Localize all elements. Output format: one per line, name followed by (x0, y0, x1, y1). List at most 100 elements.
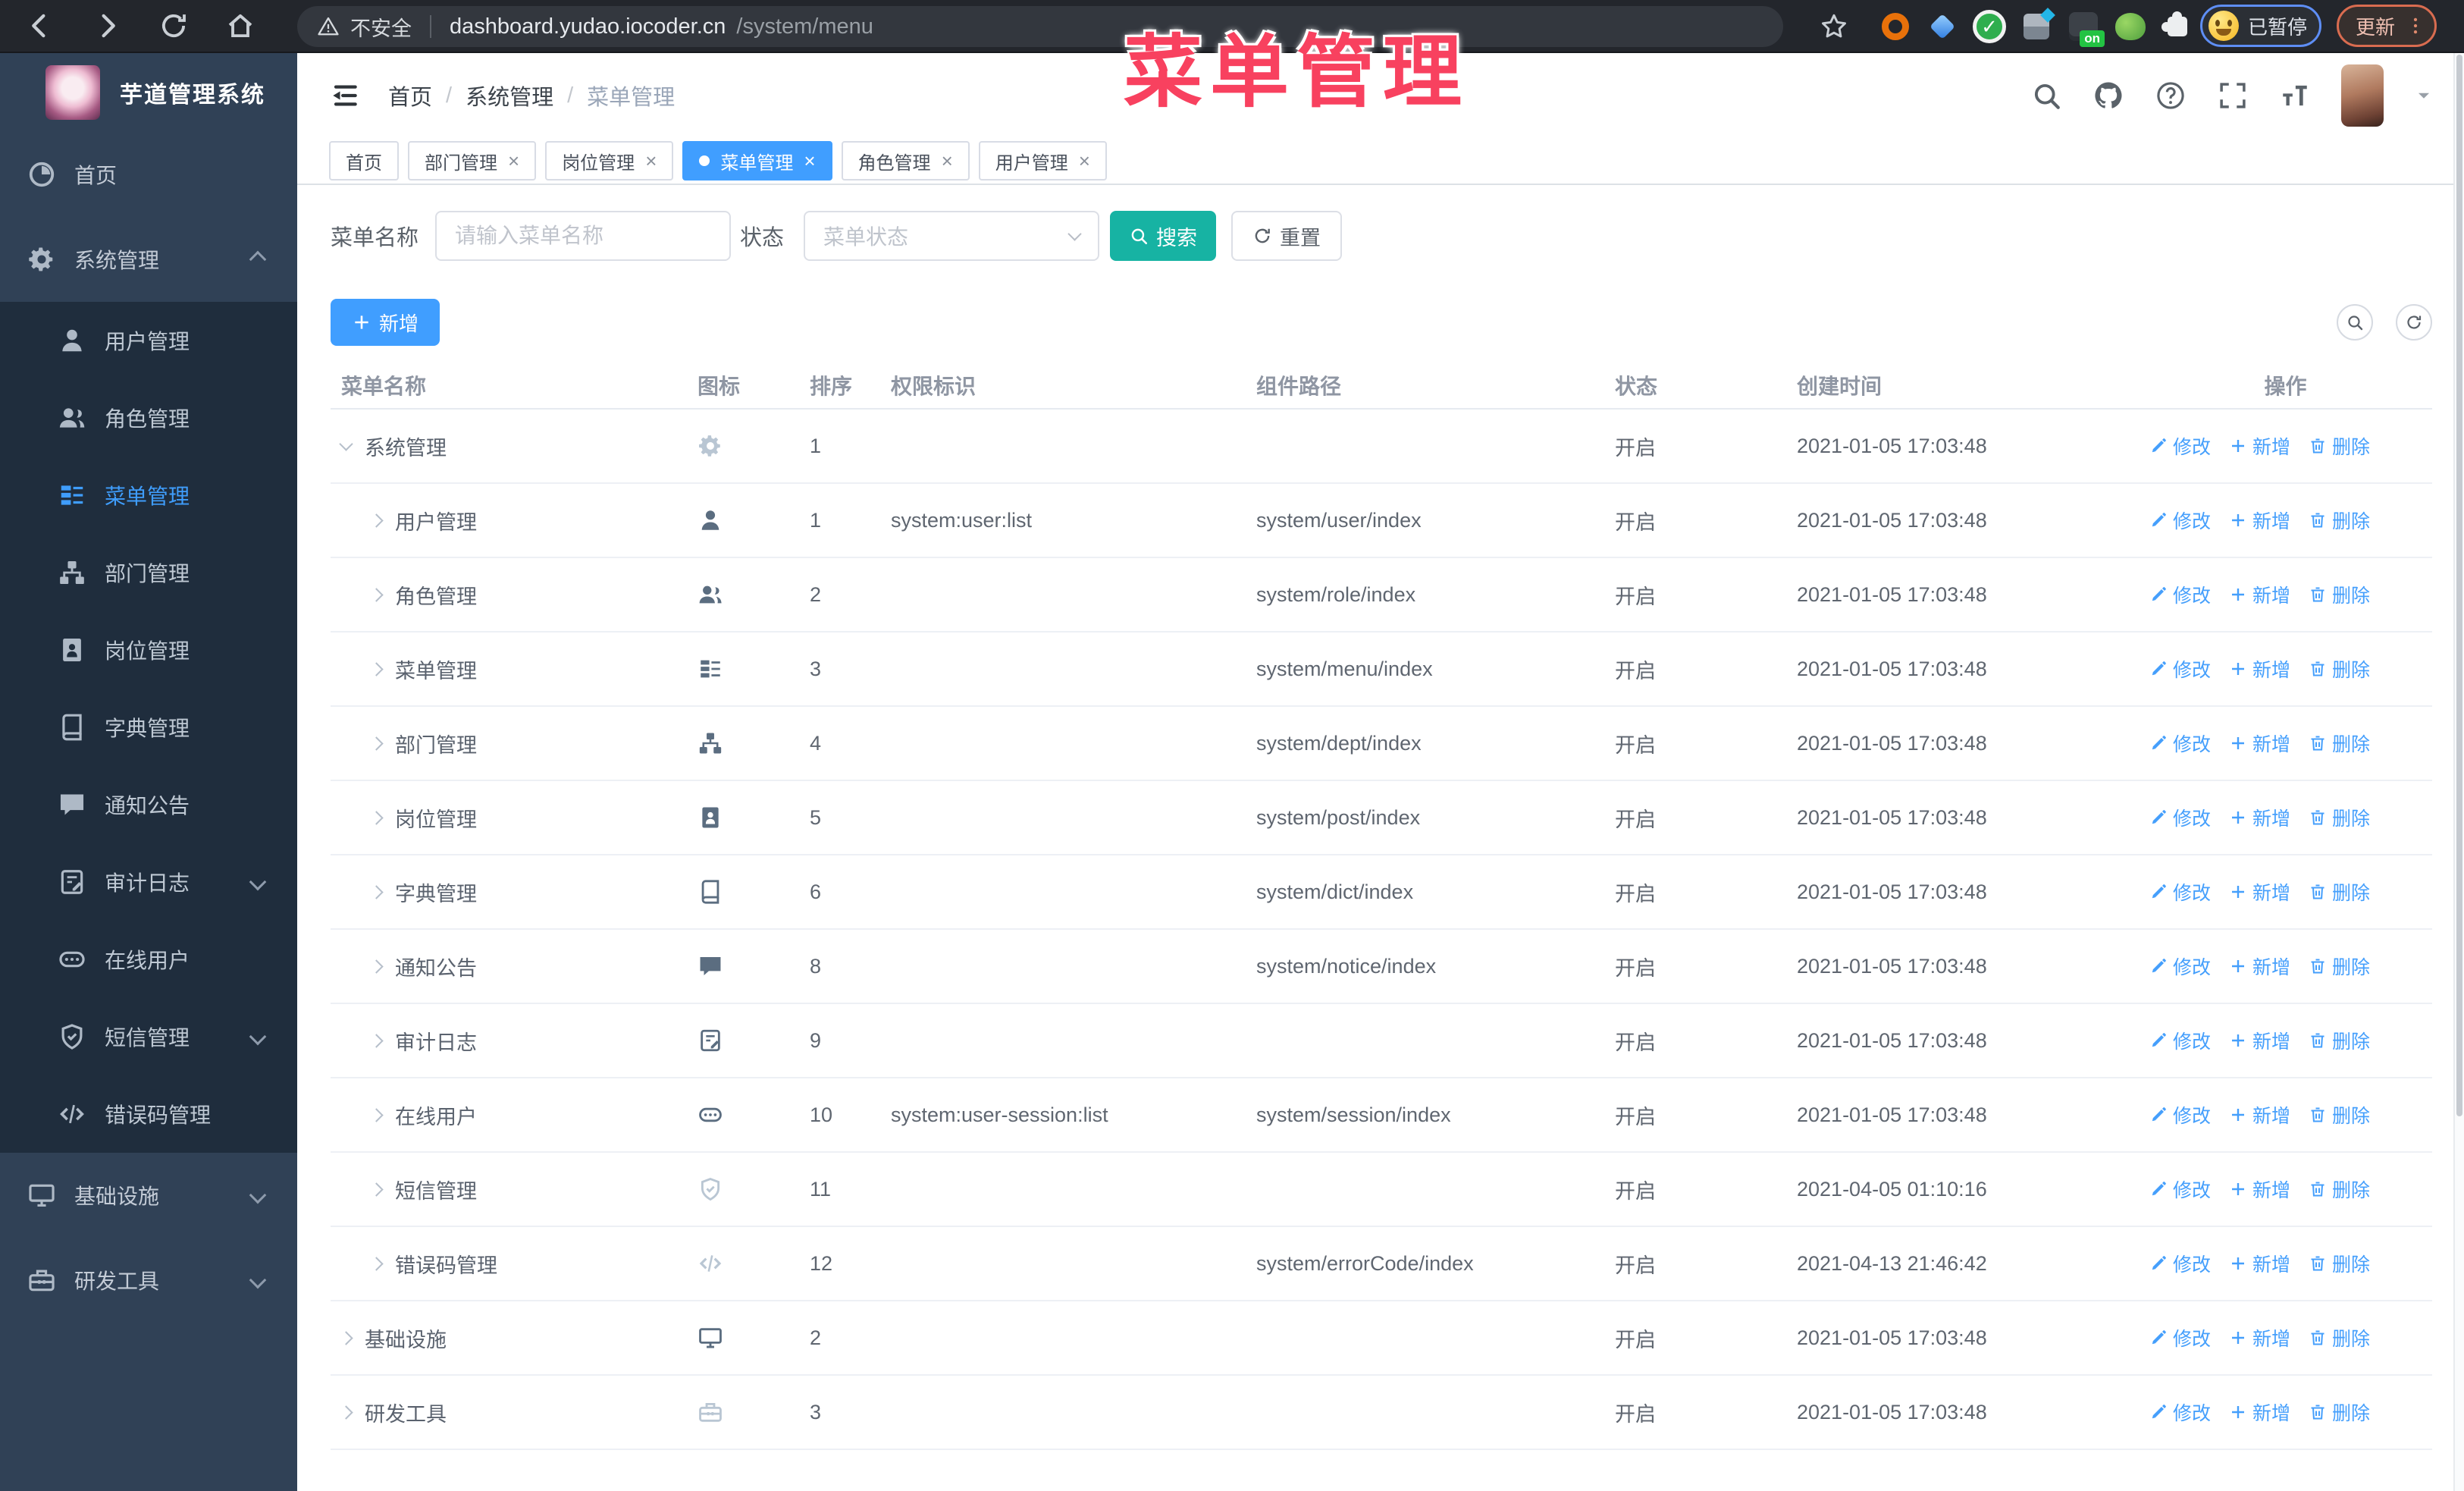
sidebar-item-audit-log[interactable]: 审计日志 (0, 843, 297, 921)
edit-link[interactable]: 修改 (2149, 878, 2211, 906)
scrollbar-thumb[interactable] (2456, 55, 2462, 1116)
expand-row-icon[interactable] (369, 661, 384, 676)
add-link[interactable]: 新增 (2229, 1101, 2290, 1128)
browser-update-button[interactable]: 更新 (2337, 5, 2437, 47)
question-button[interactable] (2155, 80, 2187, 111)
delete-link[interactable]: 删除 (2309, 953, 2370, 980)
search-button[interactable] (2030, 80, 2062, 111)
sidebar-item-sms[interactable]: 短信管理 (0, 998, 297, 1075)
menu-name-input[interactable] (435, 211, 732, 261)
bookmark-star-icon[interactable] (1818, 11, 1850, 42)
expand-row-icon[interactable] (369, 884, 384, 899)
expand-row-icon[interactable] (369, 1033, 384, 1048)
edit-link[interactable]: 修改 (2149, 953, 2211, 980)
sidebar-item-dev-tool[interactable]: 研发工具 (0, 1238, 297, 1323)
profile-paused-badge[interactable]: 已暂停 (2200, 5, 2322, 47)
reload-button[interactable] (158, 10, 190, 42)
expand-row-icon[interactable] (369, 587, 384, 602)
add-link[interactable]: 新增 (2229, 507, 2290, 534)
expand-row-icon[interactable] (369, 1182, 384, 1197)
browser-menu-dots-icon[interactable] (2404, 14, 2427, 37)
expand-row-icon[interactable] (339, 1405, 353, 1420)
delete-link[interactable]: 删除 (2309, 1324, 2370, 1351)
blue-gem-extension-icon[interactable] (1926, 10, 1959, 43)
add-link[interactable]: 新增 (2229, 432, 2290, 460)
github-button[interactable] (2093, 80, 2124, 111)
delete-link[interactable]: 删除 (2309, 581, 2370, 608)
breadcrumb-item[interactable]: 系统管理 (466, 80, 553, 111)
edit-link[interactable]: 修改 (2149, 730, 2211, 757)
sidebar-item-system[interactable]: 系统管理 (0, 217, 297, 302)
delete-link[interactable]: 删除 (2309, 878, 2370, 906)
edit-link[interactable]: 修改 (2149, 804, 2211, 831)
expand-row-icon[interactable] (369, 1256, 384, 1271)
sidebar-item-infra[interactable]: 基础设施 (0, 1153, 297, 1238)
fullscreen-button[interactable] (2217, 80, 2249, 111)
edit-link[interactable]: 修改 (2149, 1176, 2211, 1203)
add-link[interactable]: 新增 (2229, 804, 2290, 831)
tiles-extension-icon[interactable] (2020, 10, 2053, 43)
add-link[interactable]: 新增 (2229, 1176, 2290, 1203)
font-size-button[interactable] (2279, 80, 2311, 111)
close-icon[interactable]: × (942, 151, 953, 171)
add-link[interactable]: 新增 (2229, 1398, 2290, 1426)
home-button[interactable] (224, 10, 256, 42)
add-link[interactable]: 新增 (2229, 730, 2290, 757)
delete-link[interactable]: 删除 (2309, 1176, 2370, 1203)
delete-link[interactable]: 删除 (2309, 432, 2370, 460)
delete-link[interactable]: 删除 (2309, 1027, 2370, 1054)
sidebar-item-dept[interactable]: 部门管理 (0, 534, 297, 611)
search-button[interactable]: 搜索 (1110, 211, 1217, 261)
tab-role[interactable]: 角色管理 × (841, 141, 970, 180)
sidebar-item-user[interactable]: 用户管理 (0, 302, 297, 379)
dark-on-extension-icon[interactable]: on (2067, 10, 2105, 47)
reset-button[interactable]: 重置 (1231, 211, 1343, 261)
expand-row-icon[interactable] (369, 959, 384, 974)
add-link[interactable]: 新增 (2229, 953, 2290, 980)
delete-link[interactable]: 删除 (2309, 1101, 2370, 1128)
tab-user[interactable]: 用户管理 × (978, 141, 1107, 180)
add-link[interactable]: 新增 (2229, 1324, 2290, 1351)
add-button[interactable]: 新增 (331, 299, 440, 346)
add-link[interactable]: 新增 (2229, 1027, 2290, 1054)
delete-link[interactable]: 删除 (2309, 804, 2370, 831)
expand-row-icon[interactable] (369, 1107, 384, 1122)
sidebar-item-online-user[interactable]: 在线用户 (0, 921, 297, 998)
collapse-sidebar-button[interactable] (328, 79, 361, 112)
sidebar-item-notice[interactable]: 通知公告 (0, 766, 297, 843)
edit-link[interactable]: 修改 (2149, 1101, 2211, 1128)
app-logo[interactable]: 芋道管理系统 (0, 53, 297, 132)
close-icon[interactable]: × (1079, 151, 1090, 171)
delete-link[interactable]: 删除 (2309, 507, 2370, 534)
edit-link[interactable]: 修改 (2149, 432, 2211, 460)
close-icon[interactable]: × (645, 151, 657, 171)
back-button[interactable] (24, 10, 56, 42)
green-check-extension-icon[interactable]: ✓ (1973, 10, 2006, 43)
frog-extension-icon[interactable] (2114, 10, 2147, 43)
delete-link[interactable]: 删除 (2309, 655, 2370, 683)
delete-link[interactable]: 删除 (2309, 730, 2370, 757)
breadcrumb-item[interactable]: 首页 (388, 80, 432, 111)
close-icon[interactable]: × (804, 151, 815, 171)
refresh-table-button[interactable] (2396, 304, 2432, 341)
expand-row-icon[interactable] (339, 1330, 353, 1345)
orange-ring-extension-icon[interactable] (1879, 10, 1912, 43)
close-icon[interactable]: × (508, 151, 519, 171)
delete-link[interactable]: 删除 (2309, 1250, 2370, 1277)
sidebar-item-dict[interactable]: 字典管理 (0, 689, 297, 766)
add-link[interactable]: 新增 (2229, 1250, 2290, 1277)
edit-link[interactable]: 修改 (2149, 1250, 2211, 1277)
edit-link[interactable]: 修改 (2149, 507, 2211, 534)
puzzle-extension-icon[interactable] (2161, 10, 2194, 43)
sidebar-item-post[interactable]: 岗位管理 (0, 611, 297, 689)
tab-menu[interactable]: 菜单管理 × (682, 141, 832, 180)
sidebar-item-home[interactable]: 首页 (0, 132, 297, 217)
collapse-row-icon[interactable] (339, 436, 353, 451)
edit-link[interactable]: 修改 (2149, 1324, 2211, 1351)
toggle-search-button[interactable] (2337, 304, 2373, 341)
tab-post[interactable]: 岗位管理 × (545, 141, 674, 180)
menu-status-select[interactable]: 菜单状态 (804, 211, 1100, 261)
expand-row-icon[interactable] (369, 513, 384, 528)
edit-link[interactable]: 修改 (2149, 1398, 2211, 1426)
tab-home[interactable]: 首页 (329, 141, 399, 180)
